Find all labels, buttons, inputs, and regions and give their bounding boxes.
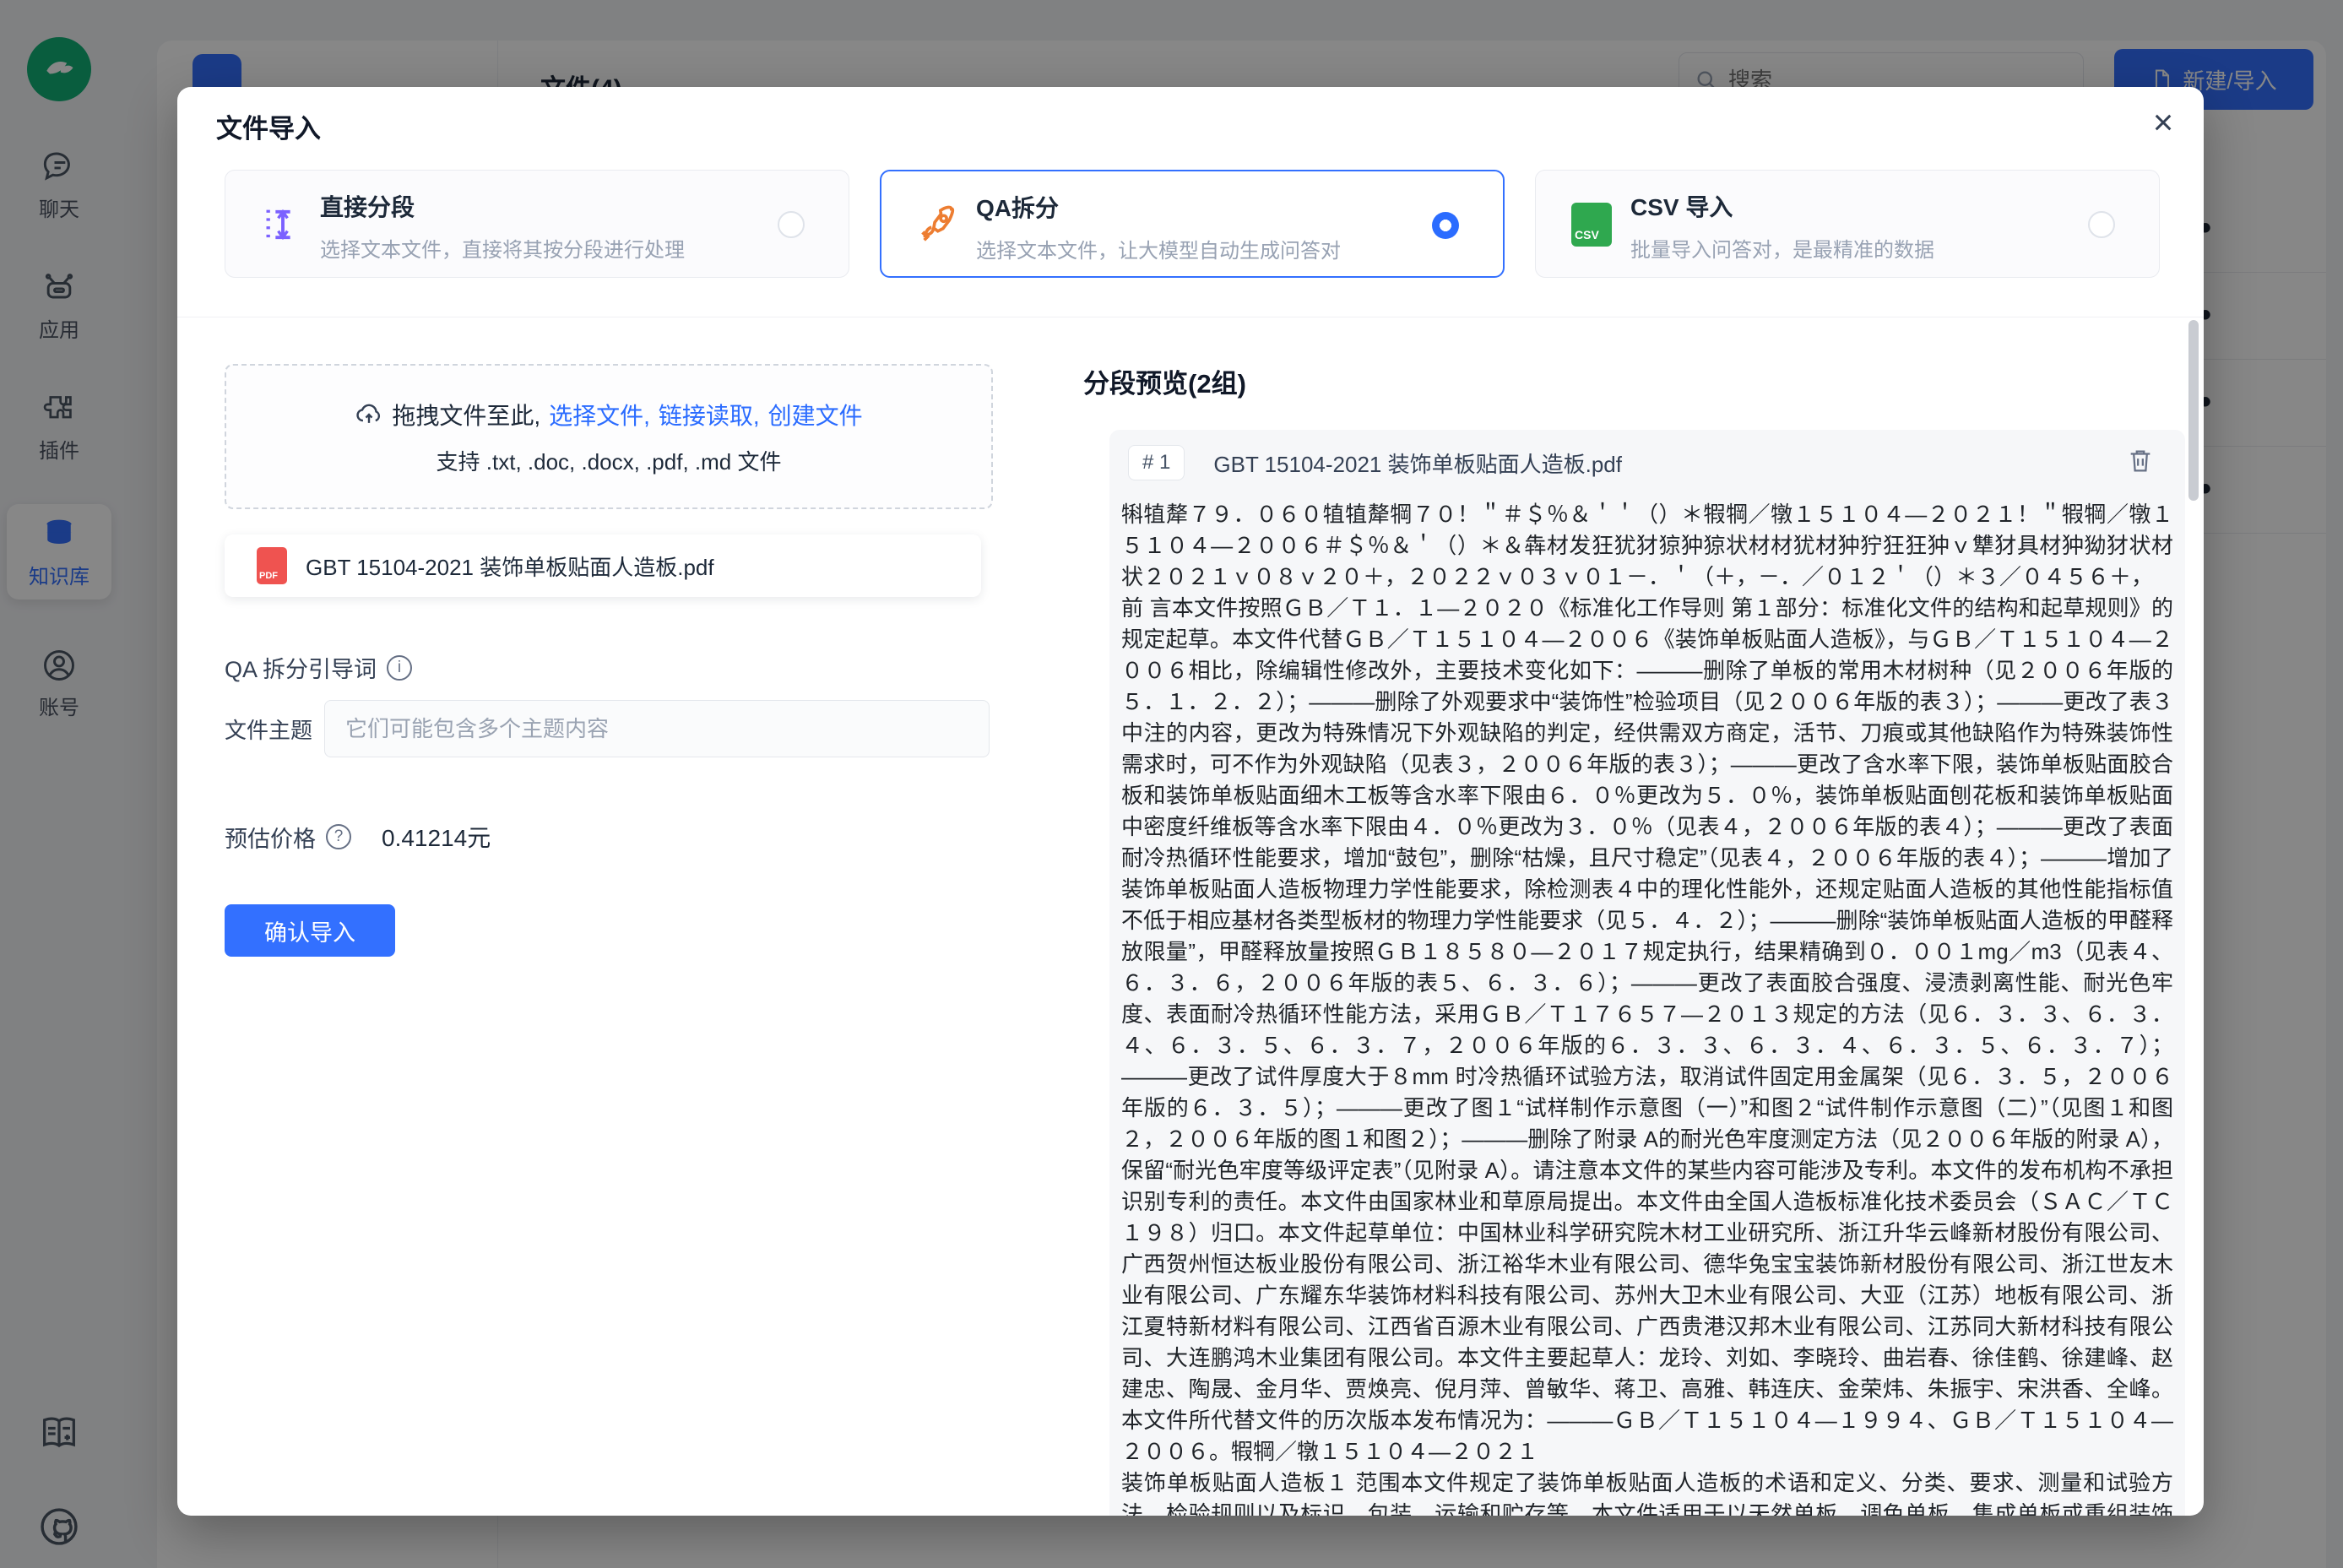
segment-preview-title: 分段预览(2组) — [1083, 362, 1246, 400]
supported-formats-text: 支持 .txt, .doc, .docx, .pdf, .md 文件 — [226, 445, 991, 476]
mode-direct-split[interactable]: 直接分段 选择文本文件，直接将其按分段进行处理 — [225, 170, 849, 278]
help-icon[interactable]: ? — [326, 824, 351, 849]
mode-title: QA拆分 — [976, 190, 1503, 224]
mode-desc: 批量导入问答对，是最精准的数据 — [1630, 233, 2159, 263]
price-value: 0.41214元 — [382, 820, 491, 854]
radio-selected-icon[interactable] — [1432, 212, 1459, 239]
modal-title: 文件导入 — [216, 107, 321, 145]
create-file-link[interactable]: 创建文件 — [768, 398, 863, 431]
csv-file-icon: CSV — [1571, 203, 1615, 247]
confirm-import-button[interactable]: 确认导入 — [225, 904, 395, 957]
price-label: 预估价格 — [225, 821, 316, 854]
topic-label: 文件主题 — [225, 713, 324, 745]
import-mode-options: 直接分段 选择文本文件，直接将其按分段进行处理 QA拆分 选择文本文件，让大模型… — [225, 170, 2160, 278]
file-import-modal: 文件导入 × 直接分段 选择文本文件，直接将其按分段进行处理 QA拆分 选择文本… — [177, 87, 2204, 1516]
mode-desc: 选择文本文件，直接将其按分段进行处理 — [320, 233, 849, 263]
rocket-icon — [917, 203, 961, 247]
qa-prompt-label: QA 拆分引导词 — [225, 651, 377, 684]
pdf-label: PDF — [259, 571, 278, 581]
link-read-link[interactable]: 链接读取, — [659, 398, 760, 431]
segment-content-text: 犐犆犛７９．０６０犆犆犛犅７０！＂＃＄％＆＇＇（）＊犌犅／犜１５１０４—２０２１… — [1121, 499, 2173, 1516]
segment-filename: GBT 15104-2021 装饰单板贴面人造板.pdf — [1213, 448, 1622, 479]
mode-desc: 选择文本文件，让大模型自动生成问答对 — [976, 234, 1503, 263]
dropzone-text: 拖拽文件至此, — [392, 398, 540, 431]
topic-input[interactable] — [324, 700, 990, 757]
segment-card: # 1 GBT 15104-2021 装饰单板贴面人造板.pdf 犐犆犛７９．０… — [1109, 430, 2185, 1516]
mode-qa-split[interactable]: QA拆分 选择文本文件，让大模型自动生成问答对 — [880, 170, 1505, 278]
screen: 聊天 应用 插件 知识库 账号 文件(4) — [0, 0, 2343, 1568]
modal-scrollbar[interactable] — [2188, 320, 2199, 501]
radio-unselected-icon[interactable] — [778, 211, 805, 238]
mode-title: 直接分段 — [320, 189, 849, 223]
segment-icon — [261, 203, 305, 247]
uploaded-file-name: GBT 15104-2021 装饰单板贴面人造板.pdf — [306, 551, 714, 582]
uploaded-file-item[interactable]: PDF GBT 15104-2021 装饰单板贴面人造板.pdf — [225, 534, 981, 597]
select-file-link[interactable]: 选择文件, — [549, 398, 650, 431]
close-icon[interactable]: × — [2140, 99, 2187, 146]
info-icon[interactable]: i — [387, 655, 412, 681]
pdf-file-icon: PDF — [257, 547, 287, 584]
delete-icon[interactable] — [2126, 447, 2155, 475]
segment-index-badge: # 1 — [1128, 445, 1185, 480]
mode-title: CSV 导入 — [1630, 189, 2159, 223]
upload-cloud-icon — [355, 400, 383, 429]
radio-unselected-icon[interactable] — [2088, 211, 2115, 238]
mode-csv-import[interactable]: CSV CSV 导入 批量导入问答对，是最精准的数据 — [1535, 170, 2160, 278]
csv-label: CSV — [1575, 228, 1599, 241]
file-dropzone[interactable]: 拖拽文件至此, 选择文件, 链接读取, 创建文件 支持 .txt, .doc, … — [225, 364, 993, 509]
